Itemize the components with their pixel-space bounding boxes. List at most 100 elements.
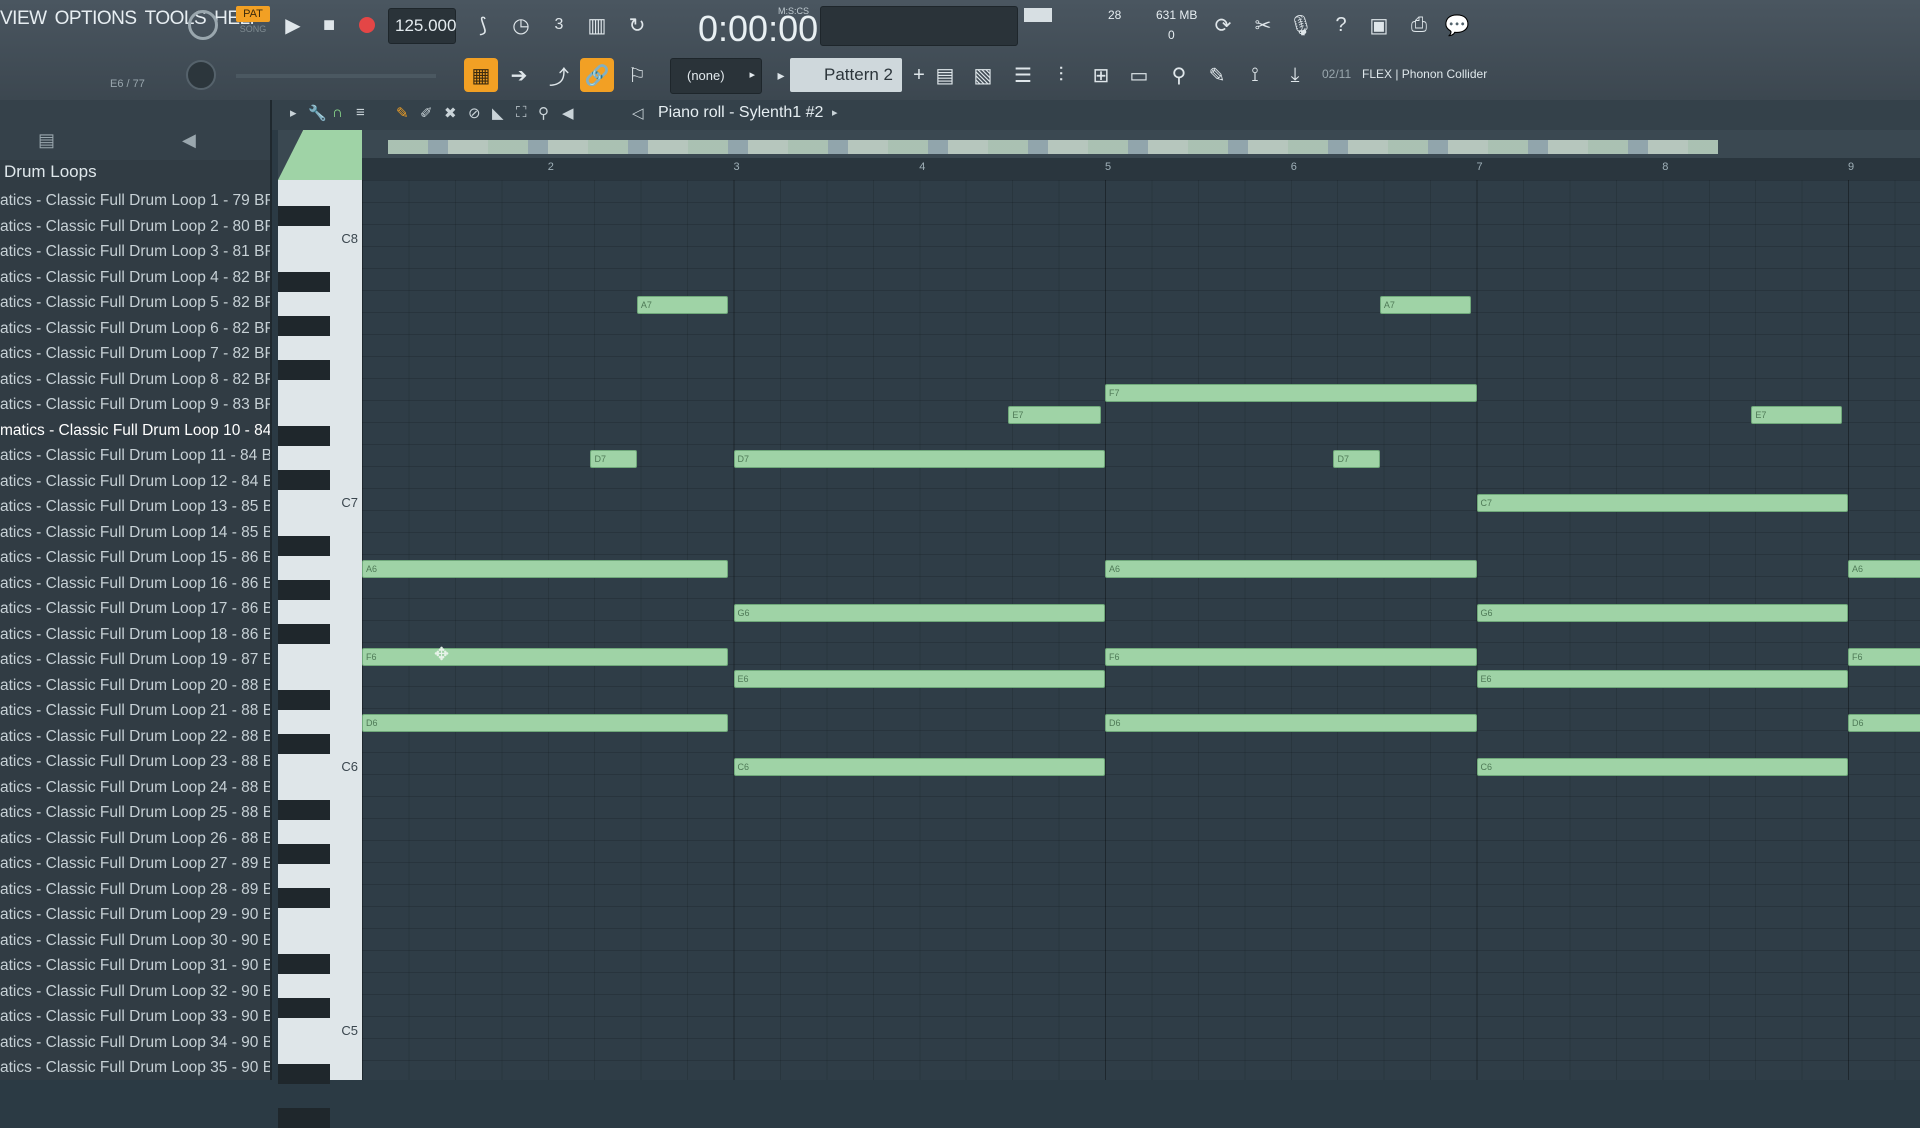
note[interactable]: D7 xyxy=(1333,450,1380,468)
plugin-picker-icon[interactable]: ⚲ xyxy=(1162,58,1196,92)
browser-item[interactable]: atics - Classic Full Drum Loop 1 - 79 BP… xyxy=(0,188,270,214)
menu-view[interactable]: VIEW xyxy=(0,8,47,30)
metronome-icon[interactable]: ⟆ xyxy=(466,8,500,42)
note[interactable]: D6 xyxy=(1848,714,1920,732)
touch-controller-icon[interactable]: ✎ xyxy=(1200,58,1234,92)
save-icon[interactable]: ▣ xyxy=(1362,8,1396,42)
browser-item[interactable]: atics - Classic Full Drum Loop 28 - 89 B… xyxy=(0,877,270,903)
step-sequencer-icon[interactable]: ▧ xyxy=(966,58,1000,92)
microphone-icon[interactable]: 🎙 xyxy=(1284,8,1318,42)
tag-icon[interactable]: ⟟ xyxy=(1238,58,1272,92)
note[interactable]: C6 xyxy=(1476,758,1848,776)
channel-rack-icon[interactable]: ☰ xyxy=(1006,58,1040,92)
link-icon[interactable]: 🔗 xyxy=(580,58,614,92)
note[interactable]: E6 xyxy=(733,670,1105,688)
black-key[interactable] xyxy=(278,844,330,864)
browser-item[interactable]: atics - Classic Full Drum Loop 12 - 84 B… xyxy=(0,469,270,495)
chat-icon[interactable]: 💬 xyxy=(1440,8,1474,42)
note[interactable]: F6 xyxy=(1105,648,1477,666)
playlist-icon[interactable]: ▤ xyxy=(928,58,962,92)
browser-item[interactable]: atics - Classic Full Drum Loop 25 - 88 B… xyxy=(0,800,270,826)
browser-item[interactable]: atics - Classic Full Drum Loop 16 - 86 B… xyxy=(0,571,270,597)
wait-record-icon[interactable]: ◷ xyxy=(504,8,538,42)
master-volume-knob[interactable] xyxy=(188,10,218,40)
speaker-tool-icon[interactable]: ◁ xyxy=(632,104,644,122)
note[interactable]: A7 xyxy=(636,296,728,314)
black-key[interactable] xyxy=(278,998,330,1018)
zoom-tool-icon[interactable]: ⚲ xyxy=(538,104,549,122)
piano-roll-icon[interactable]: ▦ xyxy=(464,58,498,92)
mute-tool-icon[interactable]: ⊘ xyxy=(468,104,481,122)
loop-record-icon[interactable]: ↻ xyxy=(620,8,654,42)
browser-item[interactable]: atics - Classic Full Drum Loop 35 - 90 B… xyxy=(0,1055,270,1081)
note[interactable]: F6 xyxy=(1848,648,1920,666)
black-key[interactable] xyxy=(278,954,330,974)
pattern-select[interactable]: Pattern 2 xyxy=(790,58,902,92)
note[interactable]: E7 xyxy=(1008,406,1102,424)
news-panel[interactable]: 02/11 FLEX | Phonon Collider xyxy=(1318,62,1518,88)
delete-tool-icon[interactable]: ✖ xyxy=(444,104,457,122)
note[interactable]: F7 xyxy=(1105,384,1477,402)
browser-item[interactable]: atics - Classic Full Drum Loop 30 - 90 B… xyxy=(0,928,270,954)
menu-options[interactable]: OPTIONS xyxy=(55,8,138,30)
browser-item[interactable]: atics - Classic Full Drum Loop 26 - 88 B… xyxy=(0,826,270,852)
refresh-icon[interactable]: ⟳ xyxy=(1206,8,1240,42)
black-key[interactable] xyxy=(278,888,330,908)
note[interactable]: G6 xyxy=(1476,604,1848,622)
browser-item[interactable]: atics - Classic Full Drum Loop 18 - 86 B… xyxy=(0,622,270,648)
black-key[interactable] xyxy=(278,624,330,644)
browser-item[interactable]: atics - Classic Full Drum Loop 19 - 87 B… xyxy=(0,647,270,673)
browser-item[interactable]: atics - Classic Full Drum Loop 5 - 82 BP… xyxy=(0,290,270,316)
black-key[interactable] xyxy=(278,272,330,292)
browser-item[interactable]: atics - Classic Full Drum Loop 8 - 82 BP… xyxy=(0,367,270,393)
speaker-icon[interactable]: ◀ xyxy=(182,130,196,151)
piano-keyboard[interactable]: C8 C7 C6 C5 xyxy=(278,180,362,1128)
browser-item[interactable]: atics - Classic Full Drum Loop 13 - 85 B… xyxy=(0,494,270,520)
master-pitch-slider[interactable] xyxy=(236,74,436,78)
note[interactable]: D7 xyxy=(733,450,1105,468)
black-key[interactable] xyxy=(278,1108,330,1128)
black-key[interactable] xyxy=(278,1064,330,1084)
black-key[interactable] xyxy=(278,536,330,556)
mixer-icon[interactable]: ⫶ xyxy=(1044,58,1078,92)
slide-icon[interactable]: ⤴ xyxy=(542,58,576,92)
black-key[interactable] xyxy=(278,206,330,226)
browser-item[interactable]: atics - Classic Full Drum Loop 20 - 88 B… xyxy=(0,673,270,699)
tempo-display[interactable]: 125.000 xyxy=(388,8,456,44)
pencil-icon[interactable]: ✎ xyxy=(396,104,409,122)
browser-item[interactable]: atics - Classic Full Drum Loop 31 - 90 B… xyxy=(0,953,270,979)
note[interactable]: C6 xyxy=(733,758,1105,776)
note[interactable]: C7 xyxy=(1476,494,1848,512)
black-key[interactable] xyxy=(278,734,330,754)
note[interactable]: A6 xyxy=(362,560,728,578)
browser-item[interactable]: atics - Classic Full Drum Loop 2 - 80 BP… xyxy=(0,214,270,240)
files-icon[interactable]: ▤ xyxy=(38,130,55,151)
playback-tool-icon[interactable]: ◀ xyxy=(562,104,574,122)
menu-lines-icon[interactable]: ≡ xyxy=(356,104,365,121)
stop-button[interactable]: ■ xyxy=(312,8,346,42)
note-grid[interactable]: A7 A7 F7 E7 E7 D7 D7 D7 C7 A6 A6 A6 G6 G6 F6 F6 F6 E6 E6 D6… xyxy=(362,180,1920,1080)
browser-item[interactable]: atics - Classic Full Drum Loop 24 - 88 B… xyxy=(0,775,270,801)
record-button[interactable] xyxy=(350,8,384,42)
browser-item[interactable]: atics - Classic Full Drum Loop 29 - 90 B… xyxy=(0,902,270,928)
black-key[interactable] xyxy=(278,800,330,820)
play-arrow-icon[interactable]: ▸ xyxy=(290,105,297,121)
time-ruler[interactable]: 2 3 4 5 6 7 8 9 xyxy=(362,158,1920,181)
note[interactable]: E7 xyxy=(1751,406,1843,424)
wrench-icon[interactable]: 🔧 xyxy=(308,104,327,122)
black-key[interactable] xyxy=(278,316,330,336)
cut-icon[interactable]: ✂ xyxy=(1246,8,1280,42)
countdown-icon[interactable]: 3 xyxy=(542,8,576,42)
black-key[interactable] xyxy=(278,470,330,490)
play-button[interactable]: ▶ xyxy=(276,8,310,42)
time-display[interactable]: 0:00:00 M:S:CS xyxy=(660,4,818,49)
note[interactable]: D6 xyxy=(1105,714,1477,732)
black-key[interactable] xyxy=(278,426,330,446)
note[interactable]: A7 xyxy=(1379,296,1471,314)
browser-item[interactable]: atics - Classic Full Drum Loop 23 - 88 B… xyxy=(0,749,270,775)
magnet-icon[interactable]: ∩ xyxy=(332,104,343,121)
browser-item[interactable]: atics - Classic Full Drum Loop 15 - 86 B… xyxy=(0,545,270,571)
select-tool-icon[interactable]: ⛶ xyxy=(516,104,527,121)
browser-item[interactable]: atics - Classic Full Drum Loop 6 - 82 BP… xyxy=(0,316,270,342)
browser-item[interactable]: atics - Classic Full Drum Loop 33 - 90 B… xyxy=(0,1004,270,1030)
